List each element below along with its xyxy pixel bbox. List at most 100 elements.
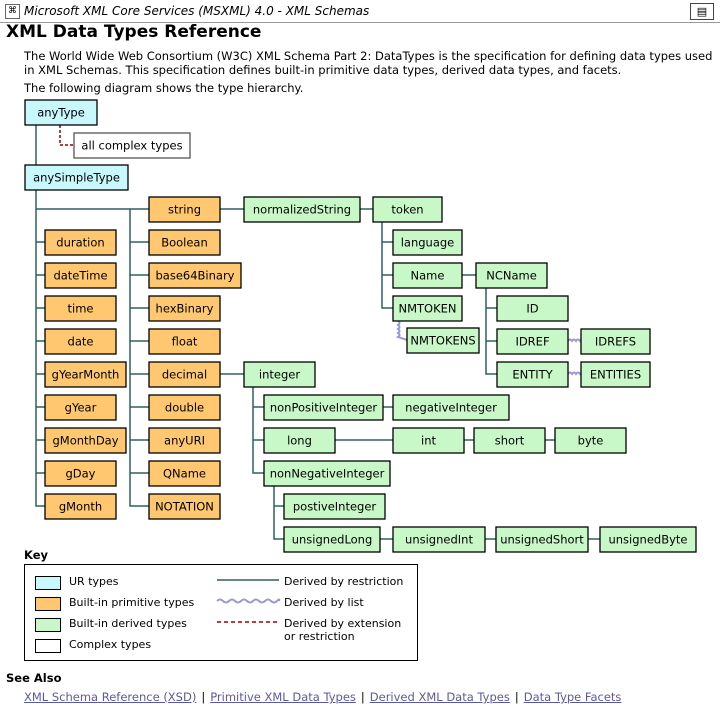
- link-facets[interactable]: Data Type Facets: [524, 690, 622, 704]
- type-node-any-type: anyType: [24, 99, 98, 126]
- type-node-int: int: [392, 427, 465, 454]
- type-node-label: gYear: [65, 401, 97, 415]
- type-node-label: date: [68, 335, 94, 349]
- legend-primitive: Built-in primitive types: [69, 596, 195, 609]
- type-node-idref: IDREF: [496, 328, 569, 355]
- type-node-long: long: [263, 427, 336, 454]
- type-node-non-negative-integer: nonNegativeInteger: [263, 460, 391, 487]
- type-node-entity: ENTITY: [496, 361, 569, 388]
- type-node-id: ID: [496, 295, 569, 322]
- type-node-language: language: [392, 229, 463, 256]
- type-node-label: negativeInteger: [405, 401, 497, 415]
- type-node-entities: ENTITIES: [580, 361, 651, 388]
- type-node-label: unsignedLong: [292, 533, 373, 547]
- see-also-links: XML Schema Reference (XSD) | Primitive XML…: [24, 690, 622, 704]
- type-node-label: gDay: [65, 467, 95, 481]
- type-node-label: string: [168, 203, 201, 217]
- type-node-label: NOTATION: [155, 500, 214, 514]
- type-node-label: IDREF: [515, 335, 549, 349]
- ur-swatch: [35, 576, 61, 590]
- type-node-label: QName: [163, 467, 206, 481]
- type-node-label: ENTITY: [512, 368, 553, 382]
- list-connector: [395, 320, 408, 341]
- legend-list: Derived by list: [284, 596, 364, 609]
- type-node-negative-integer: negativeInteger: [392, 394, 510, 421]
- type-node-label: byte: [578, 434, 604, 448]
- type-node-label: all complex types: [81, 139, 182, 153]
- type-node-label: decimal: [162, 368, 207, 382]
- restriction-connector: [381, 222, 393, 309]
- type-node-label: double: [165, 401, 204, 415]
- type-node-label: time: [68, 302, 94, 316]
- type-node-complex: all complex types: [73, 132, 191, 159]
- type-node-integer: integer: [243, 361, 316, 388]
- type-node-float: float: [148, 328, 221, 355]
- type-node-label: NMTOKENS: [410, 334, 475, 348]
- type-node-label: nonNegativeInteger: [270, 467, 385, 481]
- restriction-connector: [35, 190, 45, 507]
- type-node-label: anyURI: [164, 434, 205, 448]
- legend: UR types Built-in primitive types Built-…: [24, 564, 418, 661]
- type-node-string: string: [148, 196, 221, 223]
- type-node-label: ENTITIES: [590, 368, 641, 382]
- legend-extension-1: Derived by extension: [284, 617, 402, 630]
- type-node-label: int: [421, 434, 436, 448]
- extension-connector: [59, 125, 74, 146]
- type-node-idrefs: IDREFS: [580, 328, 651, 355]
- legend-ur: UR types: [69, 575, 119, 588]
- type-node-label: unsignedByte: [608, 533, 687, 547]
- type-node-label: NMTOKEN: [398, 302, 456, 316]
- type-node-g-month: gMonth: [44, 493, 117, 520]
- type-node-name: Name: [392, 262, 463, 289]
- type-node-postive-integer: postiveInteger: [283, 493, 386, 520]
- link-derived-types[interactable]: Derived XML Data Types: [370, 690, 510, 704]
- type-node-g-day: gDay: [44, 460, 117, 487]
- type-node-non-positive-integer: nonPositiveInteger: [263, 394, 384, 421]
- type-node-any-uri: anyURI: [148, 427, 221, 454]
- type-node-label: duration: [56, 236, 104, 250]
- legend-complex: Complex types: [69, 638, 152, 651]
- type-node-label: language: [401, 236, 455, 250]
- type-node-label: gYearMonth: [52, 368, 120, 382]
- list-line-sample: [216, 598, 281, 604]
- type-node-label: hexBinary: [156, 302, 214, 316]
- type-node-label: gMonthDay: [52, 434, 118, 448]
- type-node-token: token: [372, 196, 443, 223]
- link-xsd-reference[interactable]: XML Schema Reference (XSD): [24, 690, 196, 704]
- restriction-connector: [273, 486, 284, 540]
- legend-extension-2: or restriction: [284, 630, 355, 643]
- type-node-byte: byte: [554, 427, 627, 454]
- type-node-label: unsignedInt: [405, 533, 473, 547]
- type-node-label: anyType: [37, 106, 85, 120]
- type-hierarchy-diagram: anyType all complex types anySimpleType dur…: [24, 99, 697, 553]
- type-node-base64-binary: base64Binary: [148, 262, 242, 289]
- type-node-date-time: dateTime: [44, 262, 117, 289]
- type-node-ncname: NCName: [475, 262, 548, 289]
- legend-derived: Built-in derived types: [69, 617, 187, 630]
- type-node-label: base64Binary: [155, 269, 234, 283]
- type-node-duration: duration: [44, 229, 117, 256]
- type-node-boolean: Boolean: [148, 229, 221, 256]
- type-node-label: long: [287, 434, 312, 448]
- type-node-unsigned-long: unsignedLong: [283, 526, 381, 553]
- type-node-label: unsignedShort: [500, 533, 584, 547]
- type-node-label: postiveInteger: [293, 500, 377, 514]
- type-node-double: double: [148, 394, 221, 421]
- type-node-nmtokens: NMTOKENS: [406, 327, 480, 354]
- type-node-label: Name: [411, 269, 445, 283]
- type-node-g-year: gYear: [44, 394, 117, 421]
- link-primitive-types[interactable]: Primitive XML Data Types: [210, 690, 356, 704]
- type-node-time: time: [44, 295, 117, 322]
- type-node-label: normalizedString: [253, 203, 351, 217]
- type-node-label: gMonth: [59, 500, 102, 514]
- type-node-decimal: decimal: [148, 361, 221, 388]
- type-node-label: IDREFS: [595, 335, 636, 349]
- type-node-hex-binary: hexBinary: [148, 295, 221, 322]
- type-node-any-simple-type: anySimpleType: [24, 164, 129, 191]
- type-node-normalized-string: normalizedString: [243, 196, 361, 223]
- type-node-qname: QName: [148, 460, 221, 487]
- see-also-heading: See Also: [6, 671, 62, 685]
- type-node-label: Boolean: [161, 236, 208, 250]
- type-node-g-year-month: gYearMonth: [44, 361, 127, 388]
- type-node-notation: NOTATION: [148, 493, 221, 520]
